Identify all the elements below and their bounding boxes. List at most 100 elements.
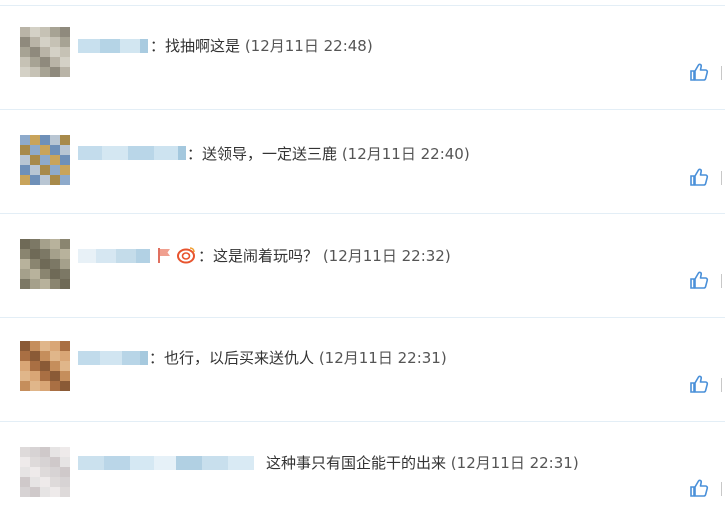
- avatar-mosaic-cell: [20, 351, 30, 361]
- avatar-mosaic-cell: [20, 269, 30, 279]
- avatar-mosaic-cell: [20, 145, 30, 155]
- avatar-mosaic-cell: [50, 165, 60, 175]
- avatar-mosaic-cell: [60, 351, 70, 361]
- avatar-mosaic-cell: [40, 381, 50, 391]
- comment-separator: ：: [149, 349, 165, 367]
- avatar-mosaic-cell: [40, 67, 50, 77]
- thumbs-up-icon[interactable]: [689, 478, 709, 498]
- commenter-name-blurred[interactable]: [78, 249, 150, 263]
- avatar-mosaic-cell: [50, 447, 60, 457]
- avatar-mosaic-cell: [40, 457, 50, 467]
- comment-content: ：也行，以后买来送仇人 (12月11日 22:31): [149, 348, 447, 368]
- avatar-mosaic-cell: [60, 467, 70, 477]
- avatar-mosaic-cell: [20, 477, 30, 487]
- avatar-mosaic-cell: [20, 447, 30, 457]
- avatar-mosaic-cell: [40, 269, 50, 279]
- avatar-mosaic-cell: [40, 371, 50, 381]
- avatar-mosaic-cell: [60, 381, 70, 391]
- avatar[interactable]: [20, 239, 70, 289]
- avatar-mosaic-cell: [50, 155, 60, 165]
- avatar[interactable]: [20, 135, 70, 185]
- avatar-mosaic-cell: [60, 27, 70, 37]
- commenter-name-blurred[interactable]: [78, 351, 148, 365]
- comment-content: ：找抽啊这是 (12月11日 22:48): [150, 36, 373, 56]
- avatar-mosaic-cell: [60, 371, 70, 381]
- avatar-mosaic-cell: [30, 269, 40, 279]
- comment-item: ：这是闹着玩吗？ (12月11日 22:32): [0, 214, 725, 318]
- avatar-mosaic-cell: [30, 447, 40, 457]
- thumbs-up-icon[interactable]: [689, 167, 709, 187]
- thumbs-up-icon[interactable]: [689, 270, 709, 290]
- avatar-mosaic-cell: [30, 135, 40, 145]
- avatar-mosaic-cell: [40, 249, 50, 259]
- avatar-mosaic-cell: [30, 155, 40, 165]
- avatar-mosaic-cell: [50, 175, 60, 185]
- avatar-mosaic-cell: [60, 175, 70, 185]
- avatar-mosaic-cell: [60, 57, 70, 67]
- avatar-mosaic-cell: [50, 371, 60, 381]
- avatar-mosaic-cell: [60, 145, 70, 155]
- comment-item: 这种事只有国企能干的出来 (12月11日 22:31): [0, 422, 725, 526]
- action-separator: [721, 378, 722, 392]
- avatar-mosaic-cell: [50, 27, 60, 37]
- avatar-mosaic-cell: [50, 341, 60, 351]
- avatar-mosaic-cell: [40, 57, 50, 67]
- avatar-mosaic-cell: [50, 381, 60, 391]
- comment-text: 送领导，一定送三鹿: [202, 145, 338, 163]
- avatar-mosaic-cell: [60, 477, 70, 487]
- comment-content: ：送领导，一定送三鹿 (12月11日 22:40): [187, 144, 470, 164]
- avatar-mosaic-cell: [20, 47, 30, 57]
- commenter-name-blurred[interactable]: [78, 456, 254, 470]
- avatar-mosaic-cell: [60, 37, 70, 47]
- action-separator: [721, 171, 722, 185]
- avatar-mosaic-cell: [30, 239, 40, 249]
- avatar-mosaic-cell: [50, 361, 60, 371]
- comment-content: 这种事只有国企能干的出来 (12月11日 22:31): [266, 453, 579, 473]
- avatar-mosaic-cell: [50, 67, 60, 77]
- avatar-mosaic-cell: [40, 477, 50, 487]
- avatar-mosaic-cell: [30, 477, 40, 487]
- avatar-mosaic-cell: [40, 175, 50, 185]
- avatar[interactable]: [20, 27, 70, 77]
- avatar[interactable]: [20, 341, 70, 391]
- avatar-mosaic-cell: [40, 165, 50, 175]
- comment-content: ：这是闹着玩吗？ (12月11日 22:32): [198, 246, 451, 266]
- avatar[interactable]: [20, 447, 70, 497]
- avatar-mosaic-cell: [50, 259, 60, 269]
- avatar-mosaic-cell: [20, 467, 30, 477]
- avatar-mosaic-cell: [20, 341, 30, 351]
- avatar-mosaic-cell: [60, 239, 70, 249]
- avatar-mosaic-cell: [30, 57, 40, 67]
- avatar-mosaic-cell: [30, 249, 40, 259]
- commenter-name-blurred[interactable]: [78, 146, 186, 160]
- avatar-mosaic-cell: [40, 279, 50, 289]
- avatar-mosaic-cell: [60, 47, 70, 57]
- avatar-mosaic-cell: [20, 175, 30, 185]
- avatar-mosaic-cell: [50, 37, 60, 47]
- avatar-mosaic-cell: [40, 341, 50, 351]
- avatar-mosaic-cell: [30, 165, 40, 175]
- avatar-mosaic-cell: [60, 447, 70, 457]
- avatar-mosaic-cell: [30, 457, 40, 467]
- avatar-mosaic-cell: [50, 279, 60, 289]
- avatar-mosaic-cell: [30, 145, 40, 155]
- comment-text: 也行，以后买来送仇人: [164, 349, 315, 367]
- avatar-mosaic-cell: [20, 57, 30, 67]
- comment-separator: ：: [198, 247, 214, 265]
- avatar-mosaic-cell: [50, 467, 60, 477]
- avatar-mosaic-cell: [20, 239, 30, 249]
- avatar-mosaic-cell: [50, 239, 60, 249]
- thumbs-up-icon[interactable]: [689, 62, 709, 82]
- avatar-mosaic-cell: [60, 67, 70, 77]
- avatar-mosaic-cell: [20, 381, 30, 391]
- avatar-mosaic-cell: [20, 37, 30, 47]
- thumbs-up-icon[interactable]: [689, 374, 709, 394]
- avatar-mosaic-cell: [50, 135, 60, 145]
- avatar-mosaic-cell: [40, 487, 50, 497]
- comment-separator: ：: [187, 145, 203, 163]
- comment-time: (12月11日 22:32): [322, 247, 451, 265]
- avatar-mosaic-cell: [30, 371, 40, 381]
- commenter-name-blurred[interactable]: [78, 39, 148, 53]
- avatar-mosaic-cell: [30, 381, 40, 391]
- action-separator: [721, 482, 722, 496]
